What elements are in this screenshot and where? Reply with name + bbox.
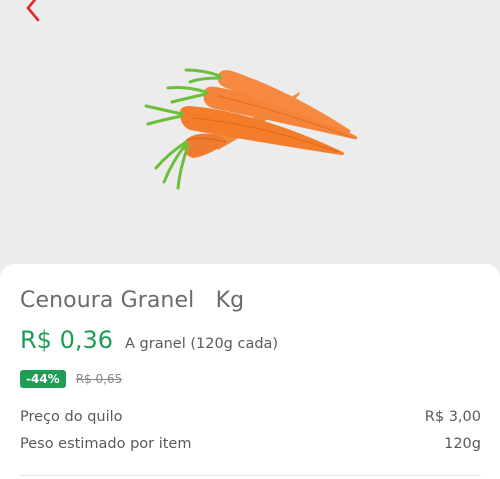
discount-badge: -44% <box>20 370 66 388</box>
divider <box>20 475 481 476</box>
product-details-card: Cenoura Granel Kg R$ 0,36 A granel (120g… <box>0 264 500 479</box>
info-label: Preço do quilo <box>20 409 123 425</box>
info-value: 120g <box>444 436 481 452</box>
carrot-bunch-image <box>144 68 358 190</box>
price-note: A granel (120g cada) <box>125 336 279 352</box>
current-price: R$ 0,36 <box>20 326 114 354</box>
price-row: R$ 0,36 A granel (120g cada) <box>20 326 278 354</box>
product-title: Cenoura Granel Kg <box>20 288 245 313</box>
info-value: R$ 3,00 <box>424 409 481 425</box>
old-price: R$ 0,65 <box>75 372 123 386</box>
info-label: Peso estimado por item <box>20 436 192 452</box>
info-row-estimated-weight: Peso estimado por item 120g <box>20 436 481 452</box>
chevron-left-icon <box>26 0 40 22</box>
product-image-area <box>0 0 500 268</box>
discount-row: -44% R$ 0,65 <box>20 370 122 388</box>
back-button[interactable] <box>18 0 46 24</box>
info-row-price-per-kilo: Preço do quilo R$ 3,00 <box>20 409 481 425</box>
